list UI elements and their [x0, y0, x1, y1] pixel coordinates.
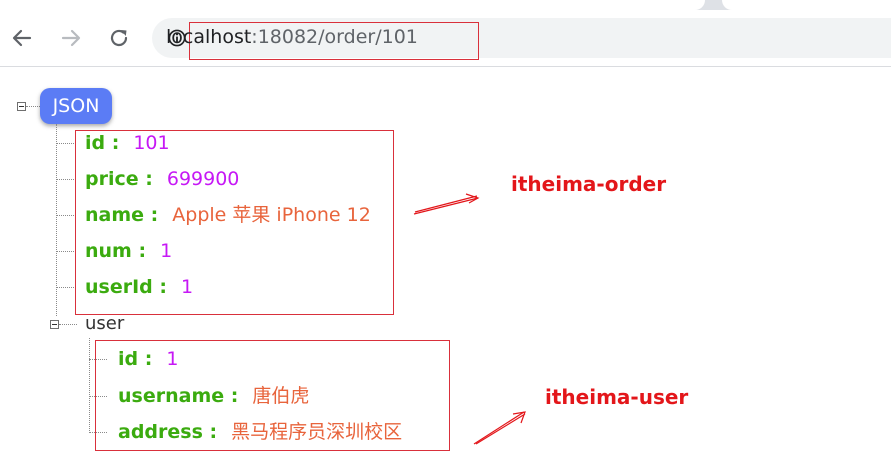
url-host: localhost — [166, 26, 252, 48]
tree-connector — [26, 106, 40, 107]
tree-connector — [56, 287, 74, 288]
field-value: 唐伯虎 — [252, 385, 310, 407]
tree-connector — [56, 251, 74, 252]
json-field-num: num :1 — [85, 240, 173, 262]
field-key: userId — [85, 276, 153, 298]
reload-button[interactable] — [105, 24, 133, 52]
back-arrow-icon — [12, 29, 32, 47]
tree-connector — [56, 143, 74, 144]
forward-button[interactable] — [57, 24, 85, 52]
browser-toolbar: localhost:18082/order/101 — [0, 10, 891, 67]
tree-connector — [56, 179, 74, 180]
field-key: username — [118, 385, 225, 407]
field-value: 101 — [133, 132, 170, 154]
user-field-username: username : 唐伯虎 — [118, 385, 310, 407]
field-value: 1 — [166, 348, 179, 370]
field-key: name — [85, 204, 145, 226]
order-arrow-icon — [413, 193, 480, 215]
field-value: Apple 苹果 iPhone 12 — [172, 204, 371, 226]
tree-trunk — [89, 338, 90, 433]
field-value: 699900 — [166, 168, 240, 190]
field-key: address — [118, 421, 203, 443]
field-key: num — [85, 240, 132, 262]
inactive-tab[interactable] — [722, 0, 891, 10]
user-arrow-icon — [473, 411, 526, 445]
field-key: id — [85, 132, 106, 154]
active-tab[interactable] — [0, 0, 705, 10]
field-value: 1 — [180, 276, 194, 298]
json-field-userid: userId :1 — [85, 276, 194, 298]
user-node-label[interactable]: user — [85, 313, 124, 334]
field-value: 1 — [160, 240, 173, 262]
reload-icon — [110, 29, 128, 47]
field-key: price — [85, 168, 139, 190]
order-service-label: itheima-order — [511, 172, 667, 196]
json-field-price: price :699900 — [85, 168, 240, 190]
json-field-name: name : Apple 苹果 iPhone 12 — [85, 204, 371, 226]
field-value: 黑马程序员深圳校区 — [231, 421, 403, 443]
tree-connector — [56, 215, 74, 216]
user-field-id: id :1 — [118, 348, 179, 370]
tab-strip — [0, 0, 891, 10]
collapse-user-icon[interactable] — [50, 320, 59, 329]
field-key: id — [118, 348, 139, 370]
url-path: :18082/order/101 — [251, 26, 418, 48]
json-field-id: id :101 — [85, 132, 170, 154]
url-text[interactable]: localhost:18082/order/101 — [166, 26, 418, 48]
user-service-label: itheima-user — [545, 385, 689, 409]
forward-arrow-icon — [61, 29, 81, 47]
user-field-address: address : 黑马程序员深圳校区 — [118, 421, 403, 443]
tree-connector — [59, 324, 77, 325]
back-button[interactable] — [8, 24, 36, 52]
address-bar[interactable]: localhost:18082/order/101 — [152, 18, 891, 60]
collapse-root-icon[interactable] — [17, 102, 26, 111]
json-root-badge[interactable]: JSON — [40, 88, 112, 124]
